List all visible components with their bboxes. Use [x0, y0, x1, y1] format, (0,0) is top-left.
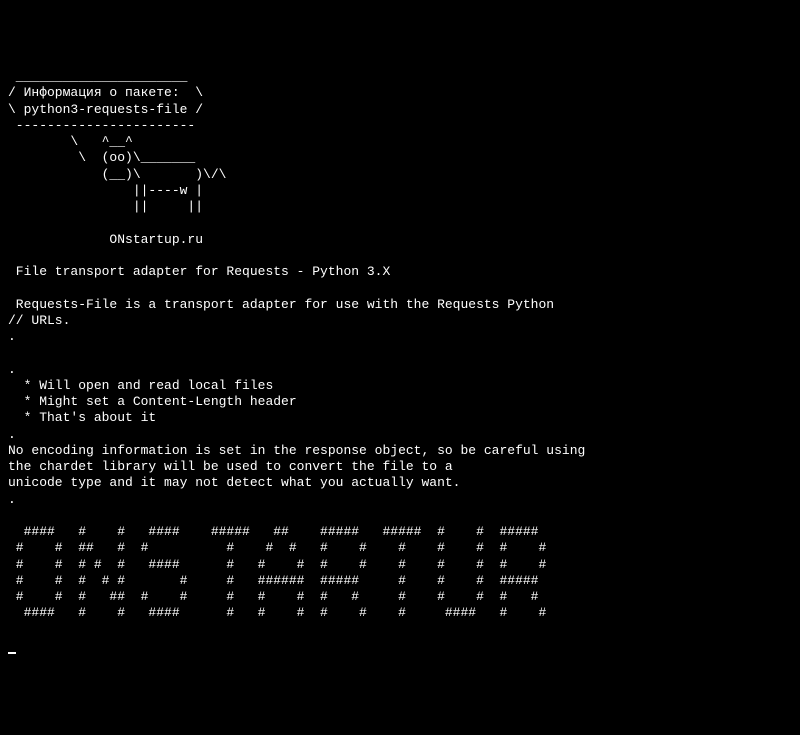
- cowsay-line2: \ python3-requests-file /: [8, 102, 203, 117]
- cowsay-border-top: ______________________: [8, 69, 187, 84]
- dot: .: [8, 492, 16, 507]
- ascii-banner-l6: #### # # #### # # # # # # #### # #: [8, 605, 546, 620]
- encoding-note-1: No encoding information is set in the re…: [8, 443, 585, 458]
- ascii-banner-l1: #### # # #### ##### ## ##### ##### # # #…: [8, 524, 539, 539]
- dot: .: [8, 362, 16, 377]
- cowsay-cow3: (__)\ )\/\: [8, 167, 226, 182]
- feature-2: * Might set a Content-Length header: [8, 394, 297, 409]
- terminal-cursor[interactable]: [8, 652, 16, 654]
- feature-1: * Will open and read local files: [8, 378, 273, 393]
- feature-3: * That's about it: [8, 410, 156, 425]
- cowsay-line1: / Информация о пакете: \: [8, 85, 203, 100]
- site-label: ONstartup.ru: [8, 232, 203, 247]
- encoding-note-2: the chardet library will be used to conv…: [8, 459, 453, 474]
- cowsay-cow1: \ ^__^: [8, 134, 133, 149]
- ascii-banner-l5: # # # ## # # # # # # # # # # # #: [8, 589, 539, 604]
- cowsay-border-bottom: -----------------------: [8, 118, 195, 133]
- encoding-note-3: unicode type and it may not detect what …: [8, 475, 460, 490]
- ascii-banner-l3: # # # # # #### # # # # # # # # # #: [8, 557, 546, 572]
- description-line1: Requests-File is a transport adapter for…: [8, 297, 554, 312]
- dot: .: [8, 427, 16, 442]
- terminal-output: ______________________ / Информация о па…: [8, 69, 792, 654]
- cowsay-cow5: || ||: [8, 199, 203, 214]
- description-line2: // URLs.: [8, 313, 70, 328]
- ascii-banner-l4: # # # # # # # ###### ##### # # # #####: [8, 573, 539, 588]
- package-heading: File transport adapter for Requests - Py…: [8, 264, 390, 279]
- cowsay-cow4: ||----w |: [8, 183, 203, 198]
- cowsay-cow2: \ (oo)\_______: [8, 150, 195, 165]
- dot: .: [8, 329, 16, 344]
- ascii-banner-l2: # # ## # # # # # # # # # # # #: [8, 540, 546, 555]
